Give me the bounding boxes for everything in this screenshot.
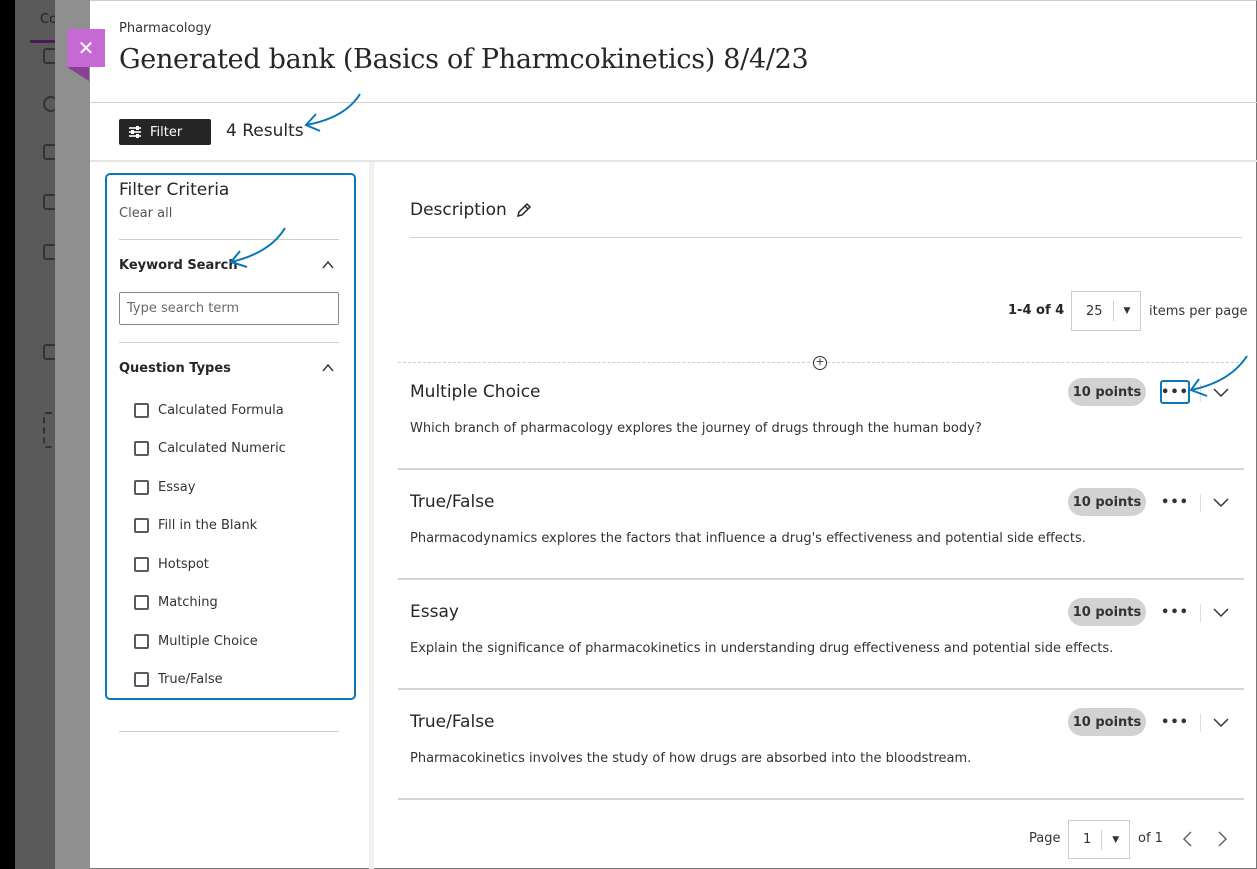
chevron-down-icon[interactable] (1213, 716, 1229, 728)
checkbox[interactable] (134, 557, 149, 572)
overlay-scrim (55, 0, 90, 869)
checkbox[interactable] (134, 634, 149, 649)
more-options-button[interactable]: ••• (1160, 380, 1190, 404)
clear-all-link[interactable]: Clear all (119, 206, 172, 221)
checkbox-label: Multiple Choice (158, 634, 258, 649)
close-button[interactable]: ✕ (67, 29, 105, 67)
filter-button[interactable]: Filter (119, 119, 211, 145)
items-per-page-value: 25 (1072, 301, 1114, 321)
checkbox[interactable] (134, 480, 149, 495)
question-text: Pharmacokinetics involves the study of h… (410, 751, 972, 766)
divider (119, 342, 339, 343)
checkbox-label: Hotspot (158, 557, 209, 572)
sliders-icon (129, 126, 141, 138)
question-text: Explain the significance of pharmacokine… (410, 641, 1114, 656)
background-tab-underline (30, 40, 55, 43)
chevron-down-icon[interactable] (1213, 496, 1229, 508)
checkbox-calculated-numeric[interactable]: Calculated Numeric (134, 441, 286, 456)
divider (1200, 604, 1201, 622)
question-type: Essay (410, 602, 459, 622)
question-row[interactable]: Multiple Choice Which branch of pharmaco… (398, 360, 1244, 470)
page-total: of 1 (1138, 831, 1163, 846)
results-count: 4 Results (226, 121, 304, 141)
checkbox-true-false[interactable]: True/False (134, 672, 223, 687)
chevron-up-icon[interactable] (322, 259, 334, 271)
question-row[interactable]: Essay Explain the significance of pharma… (398, 580, 1244, 690)
close-tab-fold (67, 67, 89, 81)
more-options-button[interactable]: ••• (1160, 600, 1190, 624)
chevron-right-icon[interactable] (1217, 830, 1229, 848)
checkbox-hotspot[interactable]: Hotspot (134, 557, 209, 572)
divider (1200, 384, 1201, 402)
points-badge: 10 points (1068, 378, 1146, 406)
close-icon: ✕ (77, 36, 95, 60)
chevron-left-icon[interactable] (1181, 830, 1193, 848)
more-options-button[interactable]: ••• (1160, 710, 1190, 734)
checkbox-label: Essay (158, 480, 196, 495)
chevron-up-icon[interactable] (322, 362, 334, 374)
question-text: Which branch of pharmacology explores th… (410, 421, 982, 436)
divider (90, 102, 1257, 103)
question-row[interactable]: True/False Pharmacokinetics involves the… (398, 690, 1244, 800)
question-text: Pharmacodynamics explores the factors th… (410, 531, 1086, 546)
page-label: Page (1029, 831, 1061, 846)
divider (410, 237, 1242, 238)
question-type: True/False (410, 492, 495, 512)
checkbox-essay[interactable]: Essay (134, 480, 195, 495)
divider (1200, 494, 1201, 512)
chevron-down-icon[interactable] (1213, 606, 1229, 618)
keyword-search-heading: Keyword Search (119, 258, 238, 273)
page-title: Generated bank (Basics of Pharmcokinetic… (119, 44, 809, 75)
checkbox-fill-in-the-blank[interactable]: Fill in the Blank (134, 518, 257, 533)
checkbox[interactable] (134, 518, 149, 533)
results-range: 1-4 of 4 (1008, 303, 1065, 318)
question-row[interactable]: True/False Pharmacodynamics explores the… (398, 470, 1244, 580)
page-value: 1 (1069, 829, 1103, 850)
checkbox[interactable] (134, 403, 149, 418)
question-type: True/False (410, 712, 495, 732)
checkbox-label: Fill in the Blank (158, 518, 258, 533)
checkbox-multiple-choice[interactable]: Multiple Choice (134, 634, 258, 649)
checkbox-calculated-formula[interactable]: Calculated Formula (134, 403, 284, 418)
divider (1200, 714, 1201, 732)
points-badge: 10 points (1068, 708, 1146, 736)
keyword-search-input[interactable] (119, 292, 339, 325)
checkbox-matching[interactable]: Matching (134, 595, 218, 610)
page-select[interactable]: 1 ▼ (1068, 820, 1131, 859)
caret-down-icon: ▼ (1123, 306, 1131, 316)
items-per-page-select[interactable]: 25 ▼ (1071, 291, 1142, 331)
divider (90, 160, 1257, 162)
divider (119, 731, 339, 732)
points-badge: 10 points (1068, 488, 1146, 516)
more-options-button[interactable]: ••• (1160, 490, 1190, 514)
filter-criteria-title: Filter Criteria (119, 180, 230, 200)
chevron-down-icon[interactable] (1213, 386, 1229, 398)
points-badge: 10 points (1068, 598, 1146, 626)
filter-button-label: Filter (150, 124, 183, 140)
breadcrumb: Pharmacology (119, 21, 212, 36)
checkbox-label: Calculated Numeric (158, 441, 286, 456)
checkbox[interactable] (134, 672, 149, 687)
checkbox[interactable] (134, 441, 149, 456)
items-per-page-label: items per page (1149, 304, 1248, 319)
caret-down-icon: ▼ (1112, 834, 1120, 845)
question-type: Multiple Choice (410, 382, 541, 402)
checkbox-label: Matching (158, 595, 218, 610)
checkbox[interactable] (134, 595, 149, 610)
background-nav (15, 0, 59, 869)
sidebar-divider (369, 162, 374, 869)
background-sidebar (0, 0, 15, 869)
question-types-heading: Question Types (119, 361, 231, 376)
description-label: Description (410, 200, 507, 220)
checkbox-label: True/False (158, 672, 223, 687)
divider (119, 239, 339, 240)
filter-criteria-highlight (105, 173, 356, 700)
pencil-icon[interactable] (516, 202, 532, 218)
checkbox-label: Calculated Formula (158, 403, 284, 418)
